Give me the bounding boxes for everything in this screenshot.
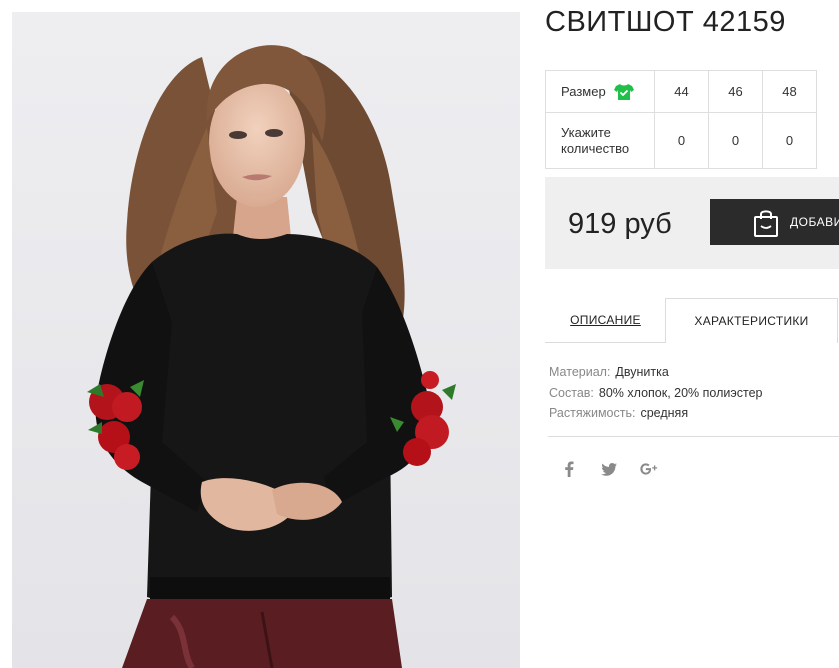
quantity-label: Укажите количество <box>561 124 630 156</box>
product-title: СВИТШОТ 42159 <box>545 6 786 38</box>
size-label-cell: Размер <box>545 70 655 113</box>
price: 919 руб <box>568 208 672 240</box>
add-to-cart-label: ДОБАВИТЬ В КОРЗИНУ <box>790 215 839 229</box>
spec-value: 80% хлопок, 20% полиэстер <box>598 385 763 400</box>
quantity-input-46[interactable]: 0 <box>708 112 763 169</box>
size-48: 48 <box>762 70 817 113</box>
tab-characteristics[interactable]: ХАРАКТЕРИСТИКИ <box>665 298 838 343</box>
size-46: 46 <box>708 70 763 113</box>
twitter-icon[interactable] <box>600 459 618 479</box>
facebook-icon[interactable] <box>560 459 578 479</box>
price-block: 919 руб ДОБАВИТЬ В КОРЗИНУ <box>545 177 839 269</box>
spec-key: Состав: <box>549 385 594 400</box>
spec-row: Материал: Двунитка <box>549 362 762 383</box>
tab-description-label: ОПИСАНИЕ <box>570 313 641 327</box>
characteristics-list: Материал: Двунитка Состав: 80% хлопок, 20%… <box>549 362 762 424</box>
spec-value: Двунитка <box>615 365 669 379</box>
size-table: Размер 44 46 48 Укажите количество 0 0 0 <box>545 70 817 169</box>
shopping-bag-icon <box>754 210 778 237</box>
product-photo[interactable] <box>12 12 520 668</box>
quantity-row: Укажите количество 0 0 0 <box>545 112 817 169</box>
social-share <box>560 459 658 479</box>
size-row: Размер 44 46 48 <box>545 70 817 113</box>
product-tabs: ОПИСАНИЕ ХАРАКТЕРИСТИКИ <box>545 298 839 343</box>
spec-key: Растяжимость: <box>549 406 636 420</box>
size-label: Размер <box>561 84 606 99</box>
spec-row: Состав: 80% хлопок, 20% полиэстер <box>549 383 762 404</box>
add-to-cart-button[interactable]: ДОБАВИТЬ В КОРЗИНУ <box>710 199 839 245</box>
size-44: 44 <box>654 70 709 113</box>
spec-value: средняя <box>640 406 689 420</box>
quantity-input-44[interactable]: 0 <box>654 112 709 169</box>
quantity-label-cell: Укажите количество <box>545 112 655 169</box>
google-plus-icon[interactable] <box>640 459 658 479</box>
spec-row: Растяжимость: средняя <box>549 403 762 424</box>
quantity-input-48[interactable]: 0 <box>762 112 817 169</box>
tab-characteristics-label: ХАРАКТЕРИСТИКИ <box>694 314 809 328</box>
divider <box>548 436 839 437</box>
tab-description[interactable]: ОПИСАНИЕ <box>545 298 666 343</box>
t-shirt-check-icon[interactable] <box>613 83 634 101</box>
spec-key: Материал: <box>549 365 611 379</box>
